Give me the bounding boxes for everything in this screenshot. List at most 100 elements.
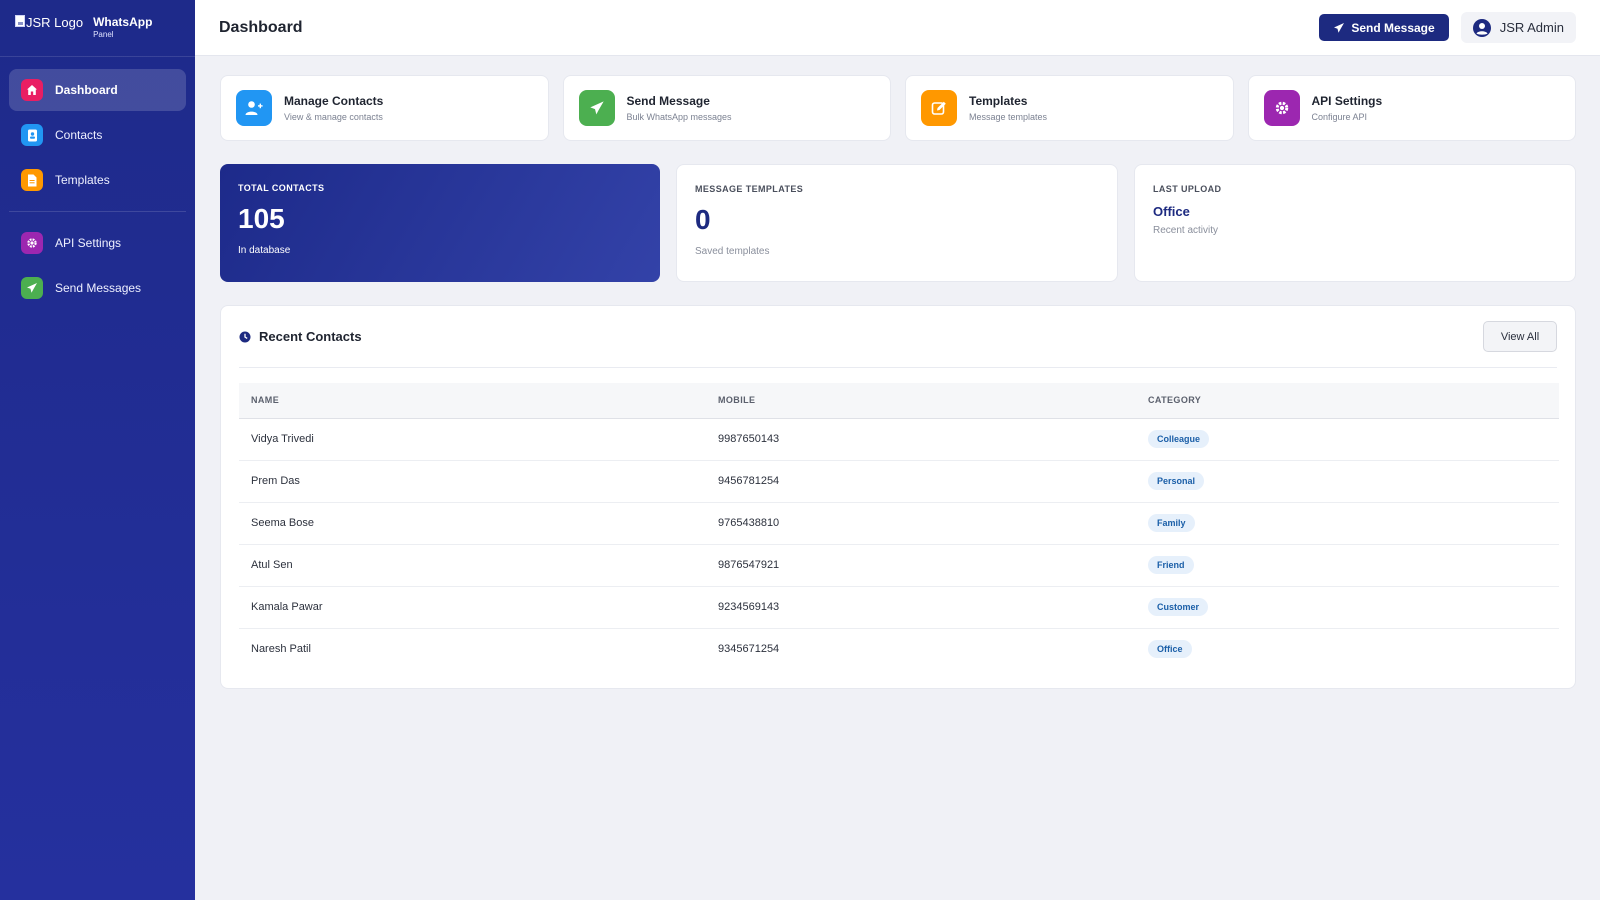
stat-subtext: In database [238, 245, 291, 256]
edit-icon [921, 90, 957, 126]
send-message-button[interactable]: Send Message [1319, 14, 1449, 41]
contact-name: Naresh Patil [251, 643, 311, 656]
contact-mobile: 9234569143 [706, 586, 1136, 629]
stat-subtext: Saved templates [695, 246, 770, 257]
sidebar-item-contacts[interactable]: Contacts [9, 114, 186, 156]
contact-mobile: 9987650143 [706, 418, 1136, 461]
category-cell: Personal [1136, 460, 1559, 503]
category-cell: Customer [1136, 586, 1559, 629]
stat-card-last-upload: LAST UPLOAD Office Recent activity [1134, 164, 1576, 282]
brand-text: WhatsApp Panel [93, 15, 152, 40]
category-cell: Friend [1136, 544, 1559, 587]
table-row[interactable]: Atul Sen 9876547921 Friend [239, 544, 1559, 587]
stat-subtext: Recent activity [1153, 225, 1219, 236]
sidebar-item-label: Send Messages [55, 281, 142, 295]
table-header-row: NAME MOBILE CATEGORY [239, 383, 1559, 419]
contact-name: Vidya Trivedi [239, 418, 706, 461]
stat-card-message-templates: MESSAGE TEMPLATES 0 Saved templates [676, 164, 1118, 282]
home-icon [21, 79, 43, 101]
sidebar: JSR Logo WhatsApp Panel Dashboard Contac… [0, 0, 195, 900]
stat-label: TOTAL CONTACTS [238, 183, 325, 193]
top-bar: Dashboard Send Message JSR Admin [195, 0, 1600, 56]
contact-name: Atul Sen [239, 544, 706, 587]
top-actions: Send Message JSR Admin [1319, 12, 1576, 43]
paper-plane-icon [21, 277, 43, 299]
recent-contacts-table: NAME MOBILE CATEGORY Vidya Trivedi 99876… [239, 383, 1559, 670]
category-cell: Family [1136, 502, 1559, 545]
contact-name: Seema Bose [239, 502, 706, 545]
sidebar-item-label: Contacts [55, 128, 103, 142]
quick-card-api-settings[interactable]: API Settings Configure API [1247, 75, 1576, 141]
document-icon [21, 169, 43, 191]
panel-header: Recent Contacts View All [239, 306, 1557, 368]
contact-name: Prem Das [239, 460, 706, 503]
send-message-label: Send Message [1351, 20, 1435, 35]
table-row[interactable]: Naresh Patil 9345671254 Office [239, 628, 1559, 670]
recent-contacts-panel: Recent Contacts View All NAME MOBILE CAT… [220, 305, 1576, 689]
table-row[interactable]: Seema Bose 9765438810 Family [239, 502, 1559, 545]
stat-label: MESSAGE TEMPLATES [695, 184, 804, 194]
sidebar-item-send-messages[interactable]: Send Messages [9, 267, 186, 309]
table-row[interactable]: Vidya Trivedi 9987650143 Colleague [239, 418, 1559, 461]
column-header-mobile[interactable]: MOBILE [706, 383, 1136, 419]
category-cell: Office [1136, 628, 1559, 670]
panel-title-text: Recent Contacts [259, 329, 362, 344]
quick-card-title: Send Message [626, 93, 710, 108]
panel-title: Recent Contacts [239, 329, 362, 344]
user-circle-icon [1472, 18, 1491, 37]
sidebar-item-label: Dashboard [55, 83, 118, 97]
contact-mobile: 9345671254 [718, 643, 780, 656]
sidebar-item-label: Templates [55, 173, 110, 187]
sidebar-item-dashboard[interactable]: Dashboard [9, 69, 186, 111]
stat-card-total-contacts: TOTAL CONTACTS 105 In database [220, 164, 660, 282]
clock-icon [239, 331, 251, 342]
quick-actions: Manage Contacts View & manage contacts S… [220, 75, 1576, 141]
sidebar-item-api-settings[interactable]: API Settings [9, 222, 186, 264]
category-cell: Colleague [1136, 418, 1559, 461]
stat-value: 105 [238, 203, 285, 234]
add-user-icon [236, 90, 272, 126]
category-badge: Personal [1148, 472, 1205, 490]
paper-plane-icon [1334, 22, 1345, 33]
quick-card-send-message[interactable]: Send Message Bulk WhatsApp messages [562, 75, 891, 141]
contact-mobile: 9765438810 [706, 502, 1136, 545]
brand-title: WhatsApp [93, 15, 153, 29]
nav-divider [9, 211, 186, 212]
quick-card-subtitle: Configure API [1311, 111, 1368, 122]
quick-card-manage-contacts[interactable]: Manage Contacts View & manage contacts [220, 75, 549, 141]
page-title: Dashboard [219, 18, 303, 36]
quick-card-title: Templates [969, 93, 1028, 108]
category-badge: Friend [1148, 556, 1194, 574]
category-badge: Colleague [1148, 430, 1210, 448]
contact-mobile: 9456781254 [706, 460, 1136, 503]
quick-card-title: Manage Contacts [284, 93, 384, 108]
column-header-category[interactable]: CATEGORY [1136, 383, 1559, 419]
sidebar-item-templates[interactable]: Templates [9, 159, 186, 201]
user-name: JSR Admin [1499, 20, 1564, 35]
sidebar-item-label: API Settings [55, 236, 122, 250]
user-menu[interactable]: JSR Admin [1460, 12, 1576, 43]
column-header-name[interactable]: NAME [239, 383, 706, 419]
category-badge: Customer [1148, 598, 1209, 616]
logo-alt-text: JSR Logo [26, 15, 84, 30]
contact-mobile: 9876547921 [706, 544, 1136, 587]
quick-card-subtitle: Message templates [969, 111, 1048, 122]
quick-card-templates[interactable]: Templates Message templates [905, 75, 1234, 141]
category-badge: Office [1148, 640, 1192, 659]
brand: JSR Logo WhatsApp Panel [0, 0, 195, 57]
logo[interactable]: JSR Logo [15, 15, 83, 30]
table-row[interactable]: Prem Das 9456781254 Personal [239, 460, 1559, 503]
view-all-button[interactable]: View All [1483, 321, 1557, 352]
contact-name: Kamala Pawar [239, 586, 706, 629]
category-badge: Family [1148, 514, 1195, 532]
table-row[interactable]: Kamala Pawar 9234569143 Customer [239, 586, 1559, 629]
gear-icon [1263, 90, 1300, 126]
quick-card-subtitle: View & manage contacts [284, 111, 383, 122]
gear-icon [21, 232, 43, 254]
stat-value: Office [1153, 204, 1190, 219]
quick-card-subtitle: Bulk WhatsApp messages [626, 111, 732, 122]
broken-image-icon [15, 15, 25, 27]
sidebar-nav: Dashboard Contacts Templates API Setting… [0, 57, 195, 309]
stat-label: LAST UPLOAD [1153, 184, 1222, 194]
contacts-icon [21, 124, 43, 146]
